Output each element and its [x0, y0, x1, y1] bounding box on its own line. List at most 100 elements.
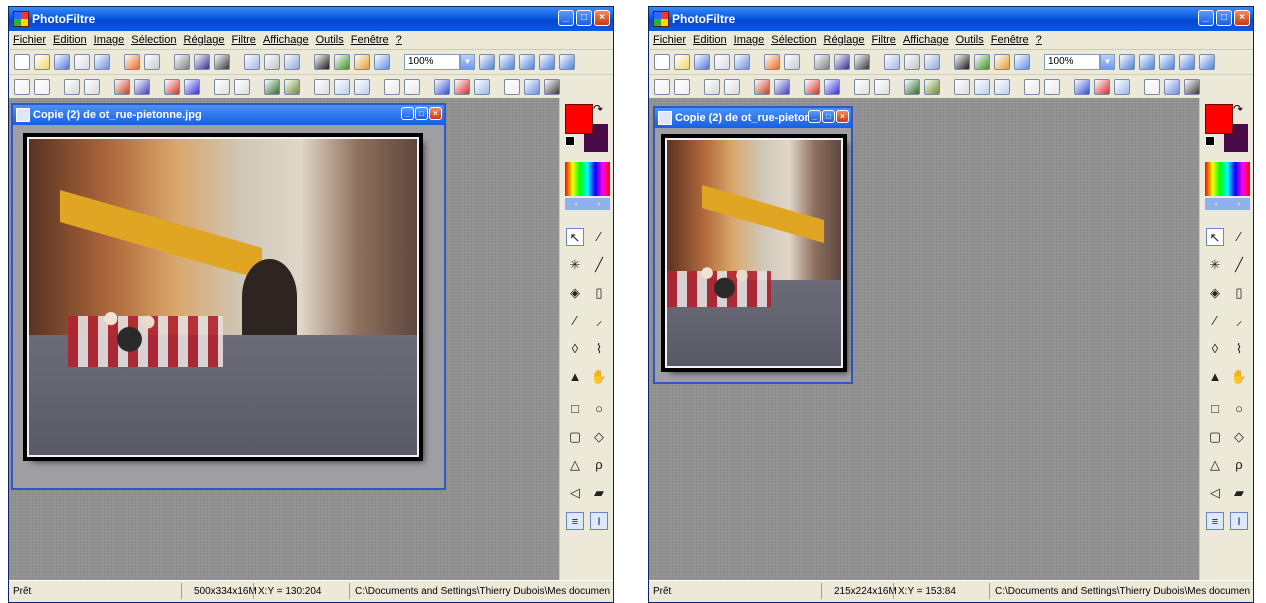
brightness-plus-icon[interactable] [724, 79, 740, 95]
rounded-rect-selection-icon[interactable]: ▢ [1206, 428, 1224, 446]
copy-icon[interactable] [244, 54, 260, 70]
gamma-plus-icon[interactable] [234, 79, 250, 95]
triangle-selection-icon[interactable]: △ [1206, 456, 1224, 474]
effect-icon[interactable] [354, 54, 370, 70]
workspace[interactable]: Copie (2) de ot_rue-pietonne.jpg _ □ × [9, 98, 559, 580]
hand-tool-icon[interactable]: ✋ [590, 368, 608, 386]
title-bar[interactable]: PhotoFiltre _ □ × [9, 7, 613, 31]
select-icon[interactable] [924, 54, 940, 70]
drop-icon[interactable] [334, 79, 350, 95]
new-icon[interactable] [654, 54, 670, 70]
pointer-tool-icon[interactable]: ↖ [566, 228, 584, 246]
zoom-out-icon[interactable] [1139, 54, 1155, 70]
document-title-bar[interactable]: Copie (2) de ot_rue-pieton... _ □ × [655, 108, 851, 128]
close-button[interactable]: × [1234, 10, 1250, 26]
doc-close-button[interactable]: × [836, 110, 849, 123]
gamma-minus-icon[interactable] [214, 79, 230, 95]
swap-colors-icon[interactable]: ↷ [1233, 102, 1243, 116]
window-icon[interactable] [374, 54, 390, 70]
drop2-icon[interactable] [354, 79, 370, 95]
default-colors-icon[interactable] [1205, 136, 1215, 146]
new-icon[interactable] [14, 54, 30, 70]
scan-icon[interactable] [734, 54, 750, 70]
invert-icon[interactable] [854, 54, 870, 70]
polygon-lasso-icon[interactable]: ◁ [566, 484, 584, 502]
redo-icon[interactable] [144, 54, 160, 70]
flag2-icon[interactable] [1094, 79, 1110, 95]
open-icon[interactable] [34, 54, 50, 70]
advanced-brush-tool-icon[interactable]: ⸝ [590, 312, 608, 330]
menu-item-rglage[interactable]: Réglage [824, 34, 865, 46]
scan-icon[interactable] [94, 54, 110, 70]
maximize-button[interactable]: □ [1216, 10, 1232, 26]
palette-prev-icon[interactable]: ‹ [575, 198, 578, 210]
text-cursor-icon[interactable]: I [590, 512, 608, 530]
actual-size-icon[interactable] [539, 54, 555, 70]
redo-icon[interactable] [784, 54, 800, 70]
magic-wand-tool-icon[interactable]: ✳ [1206, 256, 1224, 274]
menu-item-edition[interactable]: Edition [693, 34, 727, 46]
save-icon[interactable] [694, 54, 710, 70]
fit-window-icon[interactable] [1159, 54, 1175, 70]
gamma-minus-icon[interactable] [854, 79, 870, 95]
eyedropper-tool-icon[interactable]: ⁄ [590, 228, 608, 246]
gray-icon[interactable] [814, 54, 830, 70]
zoom-in-icon[interactable] [1119, 54, 1135, 70]
palette-next-icon[interactable]: › [597, 198, 600, 210]
minimize-button[interactable]: _ [1198, 10, 1214, 26]
street-cafe-photo-cropped[interactable] [665, 138, 843, 368]
workspace[interactable]: Copie (2) de ot_rue-pieton... _ □ × [649, 98, 1199, 580]
rgb-icon[interactable] [834, 54, 850, 70]
zoom-select[interactable]: 100% [1044, 54, 1100, 70]
gray-icon[interactable] [174, 54, 190, 70]
menu-item-outils[interactable]: Outils [316, 34, 344, 46]
close-button[interactable]: × [594, 10, 610, 26]
auto-levels-icon[interactable] [14, 79, 30, 95]
brightness-plus-icon[interactable] [84, 79, 100, 95]
default-colors-icon[interactable] [565, 136, 575, 146]
spray-tool-icon[interactable]: ▯ [1230, 284, 1248, 302]
rectangle-selection-icon[interactable]: □ [566, 400, 584, 418]
save-preset-icon[interactable] [524, 79, 540, 95]
drop-icon[interactable] [974, 79, 990, 95]
minimize-button[interactable]: _ [558, 10, 574, 26]
flag2-icon[interactable] [454, 79, 470, 95]
triangle-icon[interactable] [1024, 79, 1040, 95]
zoom-in-icon[interactable] [479, 54, 495, 70]
menu-item-slection[interactable]: Sélection [131, 34, 176, 46]
brightness-minus-icon[interactable] [704, 79, 720, 95]
save-icon[interactable] [54, 54, 70, 70]
palette-next-icon[interactable]: › [1237, 198, 1240, 210]
fullscreen-icon[interactable] [559, 54, 575, 70]
doc-minimize-button[interactable]: _ [808, 110, 821, 123]
blur-tool-icon[interactable]: ◊ [566, 340, 584, 358]
smudge-tool-icon[interactable]: ⌇ [1230, 340, 1248, 358]
menu-item-fichier[interactable]: Fichier [13, 34, 46, 46]
undo-icon[interactable] [764, 54, 780, 70]
menu-item-affichage[interactable]: Affichage [903, 34, 949, 46]
load-shape-icon[interactable]: ▰ [590, 484, 608, 502]
brush-tool-icon[interactable]: ∕ [566, 312, 584, 330]
smudge-tool-icon[interactable]: ⌇ [590, 340, 608, 358]
maximize-button[interactable]: □ [576, 10, 592, 26]
align-icon[interactable]: ≡ [566, 512, 584, 530]
brightness-minus-icon[interactable] [64, 79, 80, 95]
contrast-minus-icon[interactable] [754, 79, 770, 95]
title-bar[interactable]: PhotoFiltre _ □ × [649, 7, 1253, 31]
auto-levels-icon[interactable] [654, 79, 670, 95]
layers-icon[interactable] [334, 54, 350, 70]
zoom-out-icon[interactable] [499, 54, 515, 70]
image-frame-icon[interactable] [474, 79, 490, 95]
lasso-selection-icon[interactable]: ρ [1230, 456, 1248, 474]
palette-prev-icon[interactable]: ‹ [1215, 198, 1218, 210]
contrast-plus-icon[interactable] [774, 79, 790, 95]
open-icon[interactable] [674, 54, 690, 70]
layers-icon[interactable] [974, 54, 990, 70]
print-icon[interactable] [714, 54, 730, 70]
triangle2-icon[interactable] [1044, 79, 1060, 95]
menu-item-image[interactable]: Image [94, 34, 125, 46]
document-window[interactable]: Copie (2) de ot_rue-pietonne.jpg _ □ × [11, 103, 446, 490]
drop2-icon[interactable] [994, 79, 1010, 95]
polygon-lasso-icon[interactable]: ◁ [1206, 484, 1224, 502]
gamma-plus-icon[interactable] [874, 79, 890, 95]
